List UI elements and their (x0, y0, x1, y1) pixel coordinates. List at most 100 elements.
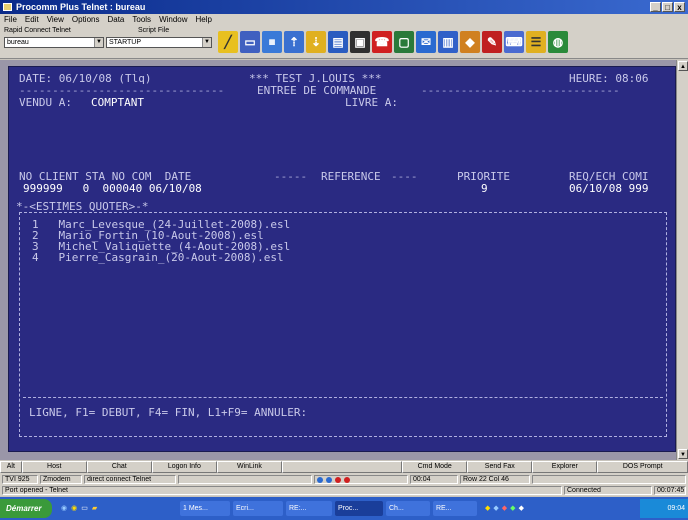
tray-clock[interactable]: 09:04 (640, 499, 688, 518)
vertical-scrollbar[interactable]: ▲ ▼ (676, 60, 688, 460)
taskbar: Démarrer ◉ ◉ ▭ ▰ 1 Mes... Ecri... RE:...… (0, 497, 688, 520)
window-title: Procomm Plus Telnet : bureau (16, 2, 146, 12)
vendu-value: COMPTANT (91, 96, 144, 109)
system-tray-icons: ◆ ◆ ◆ ◆ ◆ (482, 501, 638, 516)
rapid-connect-label: Rapid Connect Telnet (4, 27, 71, 34)
outlook-icon[interactable]: ◉ (71, 501, 77, 516)
estimate-item[interactable]: 4 Pierre_Casgrain_(20-Aout-2008).esl (32, 252, 284, 263)
taskbar-item[interactable]: RE... (433, 501, 477, 516)
menu-data[interactable]: Data (107, 14, 124, 25)
menu-help[interactable]: Help (196, 14, 212, 25)
taskbar-item-active[interactable]: Proc... (335, 501, 383, 516)
close-button[interactable]: x (674, 2, 685, 12)
divider-right: ------------------------------ (421, 84, 620, 97)
command-line[interactable]: LIGNE, F1= DEBUT, F4= FIN, L1+F9= ANNULE… (29, 407, 307, 419)
ie-icon[interactable]: ◉ (61, 501, 67, 516)
globe-icon[interactable]: ◍ (548, 31, 568, 53)
fkey-explorer[interactable]: Explorer (532, 461, 598, 473)
fkey-alt[interactable]: Alt (0, 461, 22, 473)
command-line-divider (23, 397, 663, 398)
fkey-chat[interactable]: Chat (86, 461, 152, 473)
req-value: 06/10/08 999 (569, 182, 649, 195)
vendu-label: VENDU A: (19, 96, 72, 109)
cursor-position: Row 22 Col 46 (460, 475, 530, 484)
upload-icon[interactable]: ⇡ (284, 31, 304, 53)
estimes-box: *-<ESTIMES QUOTER>-* 1 Marc_Levesque_(24… (16, 201, 667, 437)
start-button[interactable]: Démarrer (0, 499, 52, 518)
folder-icon[interactable]: ▰ (92, 501, 97, 516)
fkey-winlink[interactable]: WinLink (216, 461, 282, 473)
connection-status[interactable]: direct connect Telnet (84, 475, 176, 484)
window-icon[interactable]: ▭ (240, 31, 260, 53)
toolbar: Rapid Connect Telnet bureau ▼ Script Fil… (0, 25, 688, 59)
capture-icon[interactable]: ◆ (460, 31, 480, 53)
chat-icon[interactable]: ✎ (482, 31, 502, 53)
livre-label: LIVRE A: (345, 96, 398, 109)
status-bar-1: TVI 925 Zmodem direct connect Telnet 00:… (0, 474, 688, 485)
ref-dash-right: ---- (391, 170, 418, 183)
minimize-button[interactable]: _ (650, 2, 661, 12)
scroll-up-icon[interactable]: ▲ (678, 61, 688, 71)
fkey-dos-prompt[interactable]: DOS Prompt (597, 461, 688, 473)
monitor-icon[interactable]: ▢ (394, 31, 414, 53)
terminal-icon[interactable]: ▣ (350, 31, 370, 53)
download-icon[interactable]: ⇣ (306, 31, 326, 53)
empty-status (178, 475, 312, 484)
rapid-connect-value: bureau (7, 39, 29, 46)
taskbar-item[interactable]: RE:... (286, 501, 332, 516)
cts-light-icon (344, 476, 350, 483)
volume-icon[interactable]: ◆ (485, 501, 490, 516)
menu-view[interactable]: View (47, 14, 64, 25)
fax-icon[interactable]: ✉ (416, 31, 436, 53)
desktop-icon[interactable]: ▭ (81, 501, 88, 516)
status-bar-2: Port opened - Telnet Connected 00:07:45 (0, 485, 688, 496)
data-row: 999999 0 000040 06/10/08 (23, 182, 202, 195)
antivirus-icon[interactable]: ◆ (502, 501, 507, 516)
function-key-bar: Alt Host Chat Logon Info WinLink Cmd Mod… (0, 461, 688, 474)
window-titlebar[interactable]: Procomm Plus Telnet : bureau _ □ x (0, 0, 688, 14)
ref-dash-left: ----- (274, 170, 308, 183)
menu-file[interactable]: File (4, 14, 17, 25)
menu-edit[interactable]: Edit (25, 14, 39, 25)
menu-tools[interactable]: Tools (132, 14, 151, 25)
printer-icon[interactable]: ◆ (519, 501, 524, 516)
keyboard-icon[interactable]: ⌨ (504, 31, 524, 53)
menu-bar: File Edit View Options Data Tools Window… (0, 14, 688, 25)
chevron-down-icon[interactable]: ▼ (94, 38, 103, 47)
terminal-screen[interactable]: DATE: 06/10/08 (Tlq) *** TEST J.LOUIS **… (8, 66, 676, 452)
fkey-host[interactable]: Host (21, 461, 87, 473)
fkey-cmd-mode[interactable]: Cmd Mode (402, 461, 468, 473)
chevron-down-icon[interactable]: ▼ (202, 38, 211, 47)
taskbar-item[interactable]: Ecri... (233, 501, 283, 516)
fkey-send-fax[interactable]: Send Fax (467, 461, 533, 473)
menu-window[interactable]: Window (159, 14, 187, 25)
reference-header: REFERENCE (321, 170, 381, 183)
fkey-logon-info[interactable]: Logon Info (151, 461, 217, 473)
script-file-select[interactable]: STARTUP ▼ (106, 37, 212, 48)
emulation-status[interactable]: TVI 925 (2, 475, 38, 484)
taskbar-item[interactable]: 1 Mes... (180, 501, 230, 516)
scroll-down-icon[interactable]: ▼ (678, 449, 688, 459)
network-icon[interactable]: ◆ (493, 501, 498, 516)
menu-options[interactable]: Options (72, 14, 100, 25)
shield-icon[interactable]: ◆ (510, 501, 515, 516)
fkey-blank[interactable] (281, 461, 403, 473)
transfer-mode-status[interactable]: Zmodem (40, 475, 82, 484)
text-icon[interactable]: ╱ (218, 31, 238, 53)
display-icon[interactable]: ▦ (262, 31, 282, 53)
script-file-value: STARTUP (109, 39, 142, 46)
scrollback-icon[interactable]: ▤ (328, 31, 348, 53)
document-icon[interactable]: ▥ (438, 31, 458, 53)
phone-icon[interactable]: ☎ (372, 31, 392, 53)
start-label: Démarrer (6, 504, 42, 513)
rd-light-icon (317, 476, 323, 483)
cd-light-icon (335, 476, 341, 483)
maximize-button[interactable]: □ (662, 2, 673, 12)
estimes-title: *-<ESTIMES QUOTER>-* (16, 200, 149, 213)
elapsed-time: 00:04 (410, 475, 458, 484)
indicator-lights (314, 475, 408, 484)
taskbar-item[interactable]: Ch... (386, 501, 430, 516)
rapid-connect-select[interactable]: bureau ▼ (4, 37, 104, 48)
settings-icon[interactable]: ☰ (526, 31, 546, 53)
priorite-value: 9 (481, 182, 488, 195)
